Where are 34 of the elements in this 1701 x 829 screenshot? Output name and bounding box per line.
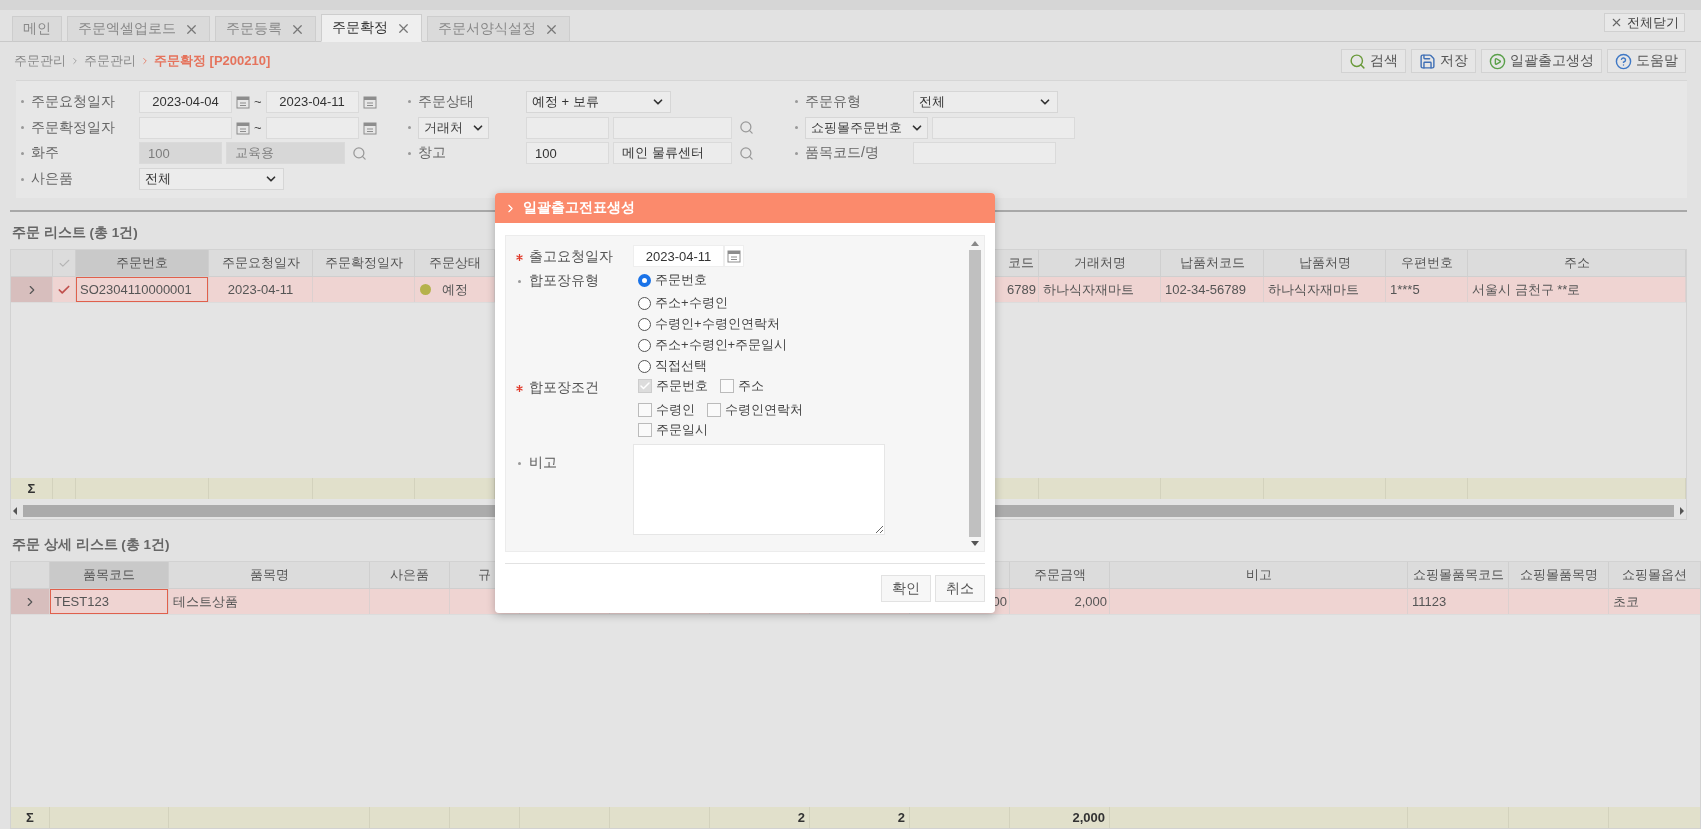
field-label: 주문요청일자 bbox=[31, 92, 115, 111]
field-label: 주문확정일자 bbox=[31, 118, 115, 137]
table-cell: TEST123 bbox=[50, 589, 169, 614]
table-cell: 11123 bbox=[1408, 589, 1509, 614]
section-title: 주문 상세 리스트 (총 1건) bbox=[12, 536, 170, 554]
field-label: 주문유형 bbox=[805, 92, 861, 111]
summary-cell: Σ bbox=[11, 478, 53, 499]
field-label: 비고 bbox=[529, 454, 557, 472]
field-label: 합포장유형 bbox=[529, 272, 599, 290]
table-cell: SO2304110000001 bbox=[76, 277, 209, 302]
dialog-title: 일괄출고전표생성 bbox=[523, 199, 635, 217]
table-cell: 하나식자재마트 bbox=[1039, 277, 1161, 302]
summary-cell: Σ bbox=[11, 807, 50, 828]
field-label: 화주 bbox=[31, 144, 59, 163]
field-label: 창고 bbox=[418, 144, 446, 163]
table-cell: 2,000 bbox=[1010, 589, 1110, 614]
summary-cell: 2,000 bbox=[1010, 807, 1110, 828]
table-cell: 2023-04-11 bbox=[209, 277, 313, 302]
table-cell: 102-34-56789 bbox=[1161, 277, 1264, 302]
table-cell: 테스트상품 bbox=[169, 589, 370, 614]
summary-cell: 2 bbox=[810, 807, 910, 828]
range-separator: ~ bbox=[254, 120, 262, 136]
summary-cell: 2 bbox=[710, 807, 810, 828]
range-separator: ~ bbox=[254, 94, 262, 110]
table-cell: 1***5 bbox=[1386, 277, 1468, 302]
table-cell: 초코 bbox=[1609, 589, 1700, 614]
field-label: 합포장조건 bbox=[529, 379, 599, 397]
table-cell: 하나식자재마트 bbox=[1264, 277, 1386, 302]
table-cell: 서울시 금천구 **로 bbox=[1468, 277, 1686, 302]
field-label: 주문상태 bbox=[418, 92, 474, 111]
section-title: 주문 리스트 (총 1건) bbox=[12, 224, 138, 242]
field-label: 품목코드/명 bbox=[805, 144, 879, 163]
field-label: 사은품 bbox=[31, 170, 73, 189]
field-label: 출고요청일자 bbox=[529, 248, 613, 266]
